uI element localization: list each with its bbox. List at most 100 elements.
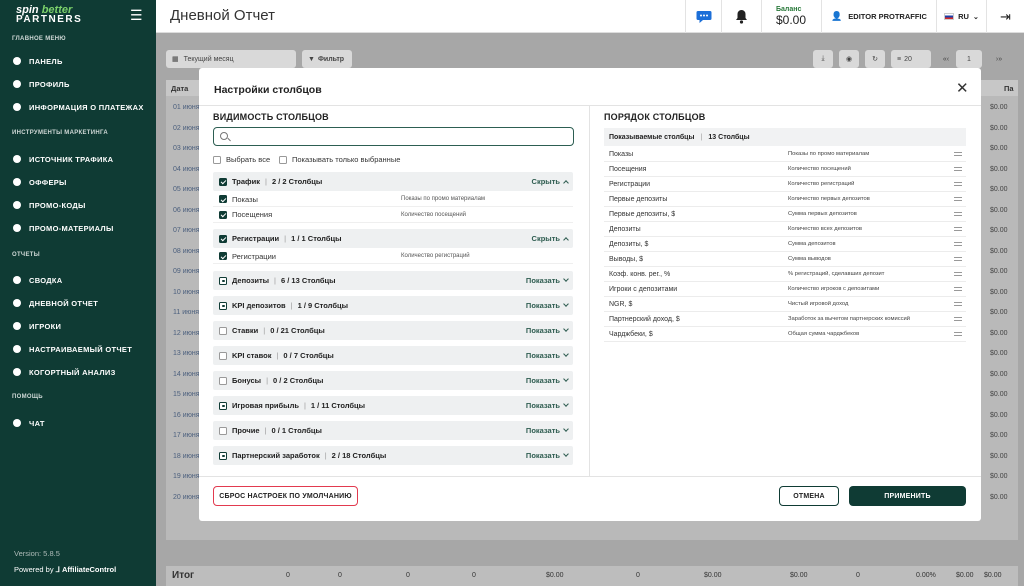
drag-handle-icon[interactable] <box>954 227 962 231</box>
group-checkbox[interactable] <box>219 426 227 435</box>
column-option[interactable]: Посещения Количество посещений <box>213 208 573 223</box>
drag-handle-icon[interactable] <box>954 167 962 171</box>
order-row[interactable]: Игроки с депозитами Количество игроков с … <box>604 282 966 297</box>
select-all-checkbox[interactable] <box>213 155 221 164</box>
order-row[interactable]: Показы Показы по промо материалам <box>604 147 966 162</box>
order-row[interactable]: Первые депозиты, $ Сумма первых депозитов <box>604 207 966 222</box>
column-option[interactable]: Показы Показы по промо материалам <box>213 192 573 207</box>
logout-button[interactable]: ⇥ <box>986 0 1024 33</box>
order-row[interactable]: Выводы, $ Сумма выводов <box>604 252 966 267</box>
show-selected-checkbox[interactable] <box>279 155 287 164</box>
drag-handle-icon[interactable] <box>954 257 962 261</box>
table-row-date[interactable]: 01 июня <box>173 104 200 111</box>
table-row-date[interactable]: 19 июня <box>173 473 200 480</box>
table-row-date[interactable]: 18 июня <box>173 453 200 460</box>
table-row-date[interactable]: 06 июня <box>173 207 200 214</box>
table-row-date[interactable]: 10 июня <box>173 289 200 296</box>
drag-handle-icon[interactable] <box>954 287 962 291</box>
sidebar-item[interactable]: КОГОРТНЫЙ АНАЛИЗ <box>12 366 116 378</box>
drag-handle-icon[interactable] <box>954 212 962 216</box>
filter-button[interactable]: ▼ Фильтр <box>302 50 352 68</box>
order-row[interactable]: Первые депозиты Количество первых депозит… <box>604 192 966 207</box>
drag-handle-icon[interactable] <box>954 317 962 321</box>
group-toggle-button[interactable]: Показать <box>526 426 569 435</box>
user-menu[interactable]: 👤 EDITOR PROTRAFFIC <box>821 0 936 33</box>
menu-toggle-icon[interactable]: ☰ <box>130 7 143 24</box>
apply-button[interactable]: ПРИМЕНИТЬ <box>849 486 966 506</box>
chat-button[interactable] <box>685 0 721 33</box>
group-toggle-button[interactable]: Показать <box>526 351 569 360</box>
sidebar-item[interactable]: НАСТРАИВАЕМЫЙ ОТЧЕТ <box>12 343 132 355</box>
logo[interactable]: spin better PARTNERS <box>16 5 82 25</box>
table-row-date[interactable]: 13 июня <box>173 350 200 357</box>
table-row-date[interactable]: 02 июня <box>173 125 200 132</box>
table-row-date[interactable]: 07 июня <box>173 227 200 234</box>
group-toggle-button[interactable]: Скрыть <box>532 177 569 186</box>
column-checkbox[interactable] <box>219 252 227 260</box>
table-row-date[interactable]: 20 июня <box>173 494 200 501</box>
drag-handle-icon[interactable] <box>954 332 962 336</box>
sidebar-item[interactable]: ИГРОКИ <box>12 320 61 332</box>
drag-handle-icon[interactable] <box>954 182 962 186</box>
order-row[interactable]: Партнерский доход, $ Заработок за вычетом… <box>604 312 966 327</box>
drag-handle-icon[interactable] <box>954 197 962 201</box>
sidebar-item[interactable]: ИСТОЧНИК ТРАФИКА <box>12 153 113 165</box>
group-checkbox[interactable] <box>219 177 227 186</box>
sidebar-item[interactable]: ДНЕВНОЙ ОТЧЕТ <box>12 297 98 309</box>
cancel-button[interactable]: ОТМЕНА <box>779 486 839 506</box>
reset-defaults-button[interactable]: СБРОС НАСТРОЕК ПО УМОЛЧАНИЮ <box>213 486 358 506</box>
order-row[interactable]: Коэф. конв. рег., % % регистраций, сделав… <box>604 267 966 282</box>
next-page-button[interactable]: ›» <box>985 50 1013 68</box>
column-checkbox[interactable] <box>219 195 227 203</box>
order-row[interactable]: Депозиты, $ Сумма депозитов <box>604 237 966 252</box>
order-row[interactable]: NGR, $ Чистый игровой доход <box>604 297 966 312</box>
sidebar-item[interactable]: ОФФЕРЫ <box>12 176 67 188</box>
group-toggle-button[interactable]: Показать <box>526 276 569 285</box>
order-row[interactable]: Чарджбеки, $ Общая сумма чарджбеков <box>604 327 966 342</box>
period-select[interactable]: ▦ Текущий месяц <box>166 50 296 68</box>
select-all-option[interactable]: Выбрать все <box>213 155 270 164</box>
group-toggle-button[interactable]: Показать <box>526 326 569 335</box>
table-row-date[interactable]: 12 июня <box>173 330 200 337</box>
group-checkbox[interactable] <box>219 301 227 310</box>
group-toggle-button[interactable]: Скрыть <box>532 234 569 243</box>
column-checkbox[interactable] <box>219 210 227 219</box>
group-toggle-button[interactable]: Показать <box>526 301 569 310</box>
show-selected-option[interactable]: Показывать только выбранные <box>279 155 400 164</box>
drag-handle-icon[interactable] <box>954 302 962 306</box>
sidebar-item[interactable]: ПРОМО-КОДЫ <box>12 199 86 211</box>
drag-handle-icon[interactable] <box>954 152 962 156</box>
group-checkbox[interactable] <box>219 276 227 285</box>
order-row[interactable]: Регистрации Количество регистраций <box>604 177 966 192</box>
table-row-date[interactable]: 08 июня <box>173 248 200 255</box>
page-input[interactable]: 1 <box>956 50 982 68</box>
refresh-button[interactable]: ↻ <box>865 50 885 68</box>
group-checkbox[interactable] <box>219 351 227 360</box>
order-row[interactable]: Депозиты Количество всех депозитов <box>604 222 966 237</box>
view-button[interactable]: ◉ <box>839 50 859 68</box>
group-checkbox[interactable] <box>219 326 227 335</box>
column-option[interactable]: Регистрации Количество регистраций <box>213 249 573 264</box>
sidebar-item[interactable]: ПРОФИЛЬ <box>12 78 70 90</box>
close-icon[interactable]: ✕ <box>956 79 969 97</box>
sidebar-item[interactable]: ПРОМО-МАТЕРИАЛЫ <box>12 222 114 234</box>
export-button[interactable]: ⤓ <box>813 50 833 68</box>
order-row[interactable]: Посещения Количество посещений <box>604 162 966 177</box>
drag-handle-icon[interactable] <box>954 272 962 276</box>
group-toggle-button[interactable]: Показать <box>526 376 569 385</box>
table-row-date[interactable]: 14 июня <box>173 371 200 378</box>
table-row-date[interactable]: 15 июня <box>173 391 200 398</box>
page-size-select[interactable]: ≡ 20 <box>891 50 931 68</box>
sidebar-item[interactable]: ПАНЕЛЬ <box>12 55 63 67</box>
table-row-date[interactable]: 16 июня <box>173 412 200 419</box>
group-checkbox[interactable] <box>219 401 227 410</box>
search-input[interactable] <box>232 130 562 143</box>
column-search[interactable] <box>213 127 574 146</box>
group-checkbox[interactable] <box>219 451 227 460</box>
sidebar-item[interactable]: ИНФОРМАЦИЯ О ПЛАТЕЖАХ <box>12 101 144 113</box>
language-selector[interactable]: RU ⌄ <box>936 0 986 33</box>
table-row-date[interactable]: 05 июня <box>173 186 200 193</box>
table-row-date[interactable]: 17 июня <box>173 432 200 439</box>
table-row-date[interactable]: 03 июня <box>173 145 200 152</box>
prev-page-button[interactable]: «‹ <box>936 50 956 68</box>
